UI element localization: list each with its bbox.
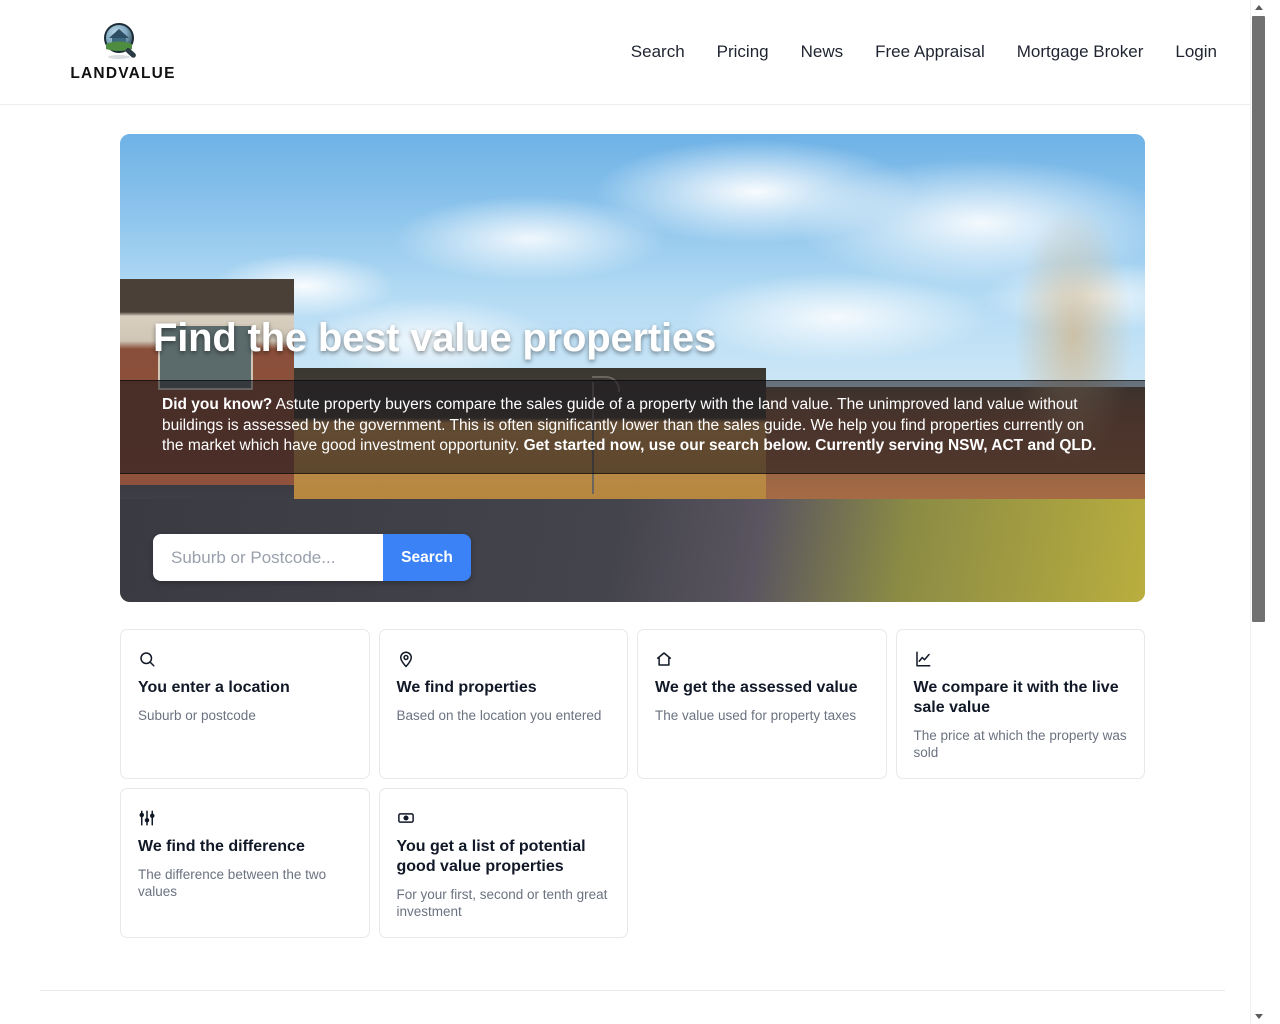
scroll-up-arrow-icon[interactable]: [1251, 0, 1265, 15]
feature-card-title: We find the difference: [138, 838, 305, 855]
brand-name: LANDVALUE: [70, 64, 176, 82]
search-button[interactable]: Search: [383, 534, 471, 581]
search-icon: [138, 648, 352, 670]
feature-card-desc: Based on the location you entered: [396, 708, 602, 723]
site-header: LANDVALUE Search Pricing News Free Appra…: [0, 0, 1265, 105]
brand-logo-link[interactable]: LANDVALUE: [48, 22, 198, 83]
hero-section: Find the best value properties Did you k…: [0, 105, 1265, 602]
site-footer: Services Best value properties Contact: [0, 991, 1265, 1024]
feature-card-title: We compare it with the live sale value: [913, 679, 1119, 716]
feature-cards-row-2: We find the difference The difference be…: [0, 779, 1265, 938]
hero-search-bar: Search: [153, 534, 471, 581]
sliders-icon: [138, 807, 352, 829]
feature-card-desc: The difference between the two values: [138, 867, 327, 899]
vertical-scrollbar[interactable]: [1250, 0, 1265, 1024]
nav-item-mortgage-broker[interactable]: Mortgage Broker: [1017, 42, 1144, 62]
feature-card: We get the assessed value The value used…: [637, 629, 887, 779]
feature-cards-row-1: You enter a location Suburb or postcode …: [0, 602, 1265, 779]
scrollbar-thumb[interactable]: [1252, 16, 1265, 622]
nav-item-pricing[interactable]: Pricing: [717, 42, 769, 62]
line-chart-icon: [914, 648, 1128, 670]
nav-item-login[interactable]: Login: [1175, 42, 1217, 62]
home-icon: [655, 648, 869, 670]
nav-item-news[interactable]: News: [801, 42, 844, 62]
page-root: LANDVALUE Search Pricing News Free Appra…: [0, 0, 1265, 1024]
feature-card: You get a list of potential good value p…: [378, 788, 628, 938]
feature-card-title: We find properties: [396, 679, 537, 696]
magnifier-house-logo-icon: [100, 22, 146, 66]
feature-card-desc: The value used for property taxes: [655, 708, 857, 723]
feature-card: We find the difference The difference be…: [120, 788, 370, 938]
banknote-icon: [397, 807, 611, 829]
feature-card-desc: Suburb or postcode: [138, 708, 256, 723]
hero-description-cta: Get started now, use our search below. C…: [523, 437, 1097, 454]
feature-card: You enter a location Suburb or postcode: [120, 629, 370, 779]
feature-card-title: We get the assessed value: [655, 679, 858, 696]
hero-description-lead: Did you know?: [162, 396, 273, 413]
feature-card-desc: For your first, second or tenth great in…: [396, 887, 608, 919]
search-input[interactable]: [153, 534, 383, 581]
nav-item-free-appraisal[interactable]: Free Appraisal: [875, 42, 985, 62]
nav-item-search[interactable]: Search: [631, 42, 685, 62]
feature-cards-spacer: [637, 788, 887, 938]
feature-card-title: You enter a location: [138, 679, 290, 696]
feature-card: We compare it with the live sale value T…: [895, 629, 1145, 779]
primary-nav: Search Pricing News Free Appraisal Mortg…: [631, 42, 1217, 62]
scroll-down-arrow-icon[interactable]: [1251, 1009, 1265, 1024]
hero-banner: Find the best value properties Did you k…: [120, 134, 1145, 602]
hero-description: Did you know? Astute property buyers com…: [120, 380, 1145, 474]
feature-cards-spacer: [896, 788, 1146, 938]
map-pin-icon: [397, 648, 611, 670]
feature-card-desc: The price at which the property was sold: [913, 728, 1127, 760]
feature-card: We find properties Based on the location…: [378, 629, 628, 779]
feature-card-title: You get a list of potential good value p…: [396, 838, 586, 875]
hero-title: Find the best value properties: [153, 316, 717, 360]
